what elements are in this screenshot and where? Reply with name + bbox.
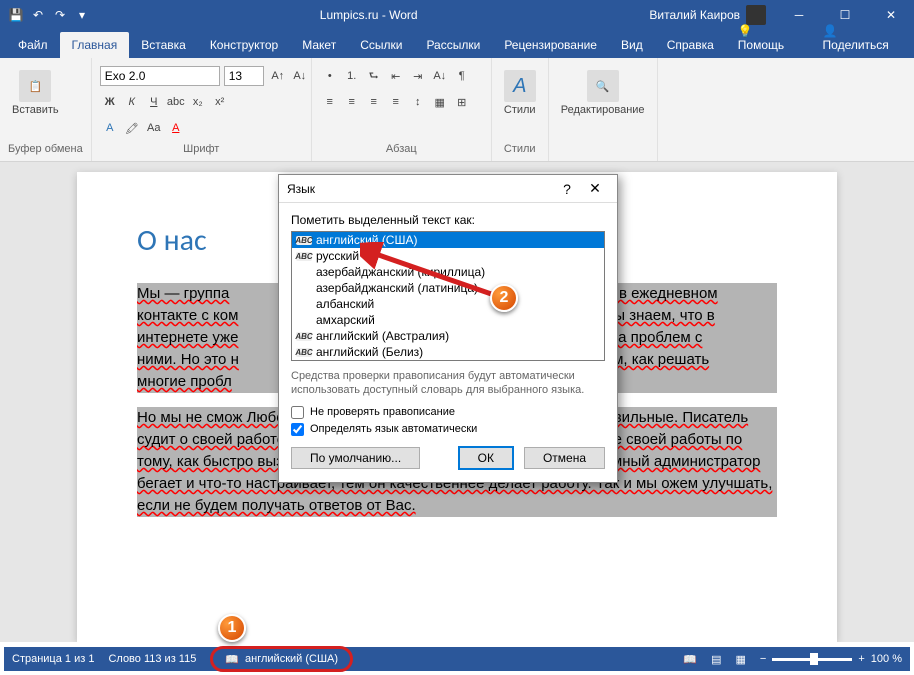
tab-file[interactable]: Файл — [6, 32, 60, 58]
callout-2: 2 — [490, 284, 518, 312]
bold-icon[interactable]: Ж — [100, 92, 120, 112]
justify-icon[interactable]: ≡ — [386, 92, 406, 112]
search-icon: 🔍 — [587, 70, 619, 102]
ok-button[interactable]: ОК — [458, 446, 514, 470]
group-font: Шрифт — [100, 143, 303, 157]
tab-view[interactable]: Вид — [609, 32, 655, 58]
italic-icon[interactable]: К — [122, 92, 142, 112]
zoom-slider[interactable] — [772, 658, 852, 661]
tell-me[interactable]: 💡 Помощь — [726, 18, 811, 58]
statusbar: Страница 1 из 1 Слово 113 из 115 📖 англи… — [4, 647, 910, 671]
underline-icon[interactable]: Ч — [144, 92, 164, 112]
superscript-icon[interactable]: x² — [210, 92, 230, 112]
strike-icon[interactable]: abc — [166, 92, 186, 112]
dialog-title: Язык — [287, 182, 553, 196]
line-spacing-icon[interactable]: ↕ — [408, 92, 428, 112]
dialog-helptext: Средства проверки правописания будут авт… — [291, 369, 605, 398]
zoom-level[interactable]: 100 % — [871, 653, 902, 665]
redo-icon[interactable]: ↷ — [52, 7, 68, 23]
shading-icon[interactable]: ▦ — [430, 92, 450, 112]
editing-button[interactable]: 🔍 Редактирование — [557, 66, 649, 120]
group-paragraph: Абзац — [320, 143, 483, 157]
sort-icon[interactable]: A↓ — [430, 66, 450, 86]
indent-inc-icon[interactable]: ⇥ — [408, 66, 428, 86]
view-web-icon[interactable]: ▦ — [736, 653, 746, 666]
spellcheck-icon: ABC — [296, 332, 312, 341]
spellcheck-icon: ABC — [296, 236, 312, 245]
grow-font-icon[interactable]: A↑ — [268, 66, 288, 86]
styles-button[interactable]: A Стили — [500, 66, 540, 120]
share-button[interactable]: 👤 Поделиться — [811, 18, 914, 58]
subscript-icon[interactable]: x₂ — [188, 92, 208, 112]
change-case-icon[interactable]: Aa — [144, 118, 164, 138]
language-indicator[interactable]: 📖 английский (США) — [210, 646, 353, 672]
book-icon: 📖 — [225, 653, 239, 666]
indent-dec-icon[interactable]: ⇤ — [386, 66, 406, 86]
lang-item-am[interactable]: амхарский — [292, 312, 604, 328]
highlight-icon[interactable]: 🖍 — [122, 118, 142, 138]
clipboard-icon: 📋 — [19, 70, 51, 102]
language-dialog: Язык ? ✕ Пометить выделенный текст как: … — [278, 174, 618, 483]
group-styles: Стили — [500, 143, 540, 157]
lang-item-en-bz[interactable]: ABCанглийский (Белиз) — [292, 344, 604, 360]
lang-item-en-au[interactable]: ABCанглийский (Австралия) — [292, 328, 604, 344]
paste-button[interactable]: 📋 Вставить — [8, 66, 63, 120]
zoom-out-icon[interactable]: − — [760, 653, 766, 665]
bullets-icon[interactable]: • — [320, 66, 340, 86]
font-size[interactable] — [224, 66, 264, 86]
qat-more-icon[interactable]: ▾ — [74, 7, 90, 23]
tab-design[interactable]: Конструктор — [198, 32, 290, 58]
check-no-proofing[interactable]: Не проверять правописание — [291, 406, 605, 419]
borders-icon[interactable]: ⊞ — [452, 92, 472, 112]
tab-references[interactable]: Ссылки — [348, 32, 414, 58]
dialog-label: Пометить выделенный текст как: — [291, 213, 605, 227]
tab-mailings[interactable]: Рассылки — [414, 32, 492, 58]
ribbon: 📋 Вставить Буфер обмена A↑A↓ Ж К Ч abc x… — [0, 58, 914, 162]
font-color-icon[interactable]: A — [166, 118, 186, 138]
undo-icon[interactable]: ↶ — [30, 7, 46, 23]
default-button[interactable]: По умолчанию... — [291, 447, 420, 469]
page-indicator[interactable]: Страница 1 из 1 — [12, 653, 94, 665]
callout-1: 1 — [218, 614, 246, 642]
view-print-icon[interactable]: ▤ — [711, 653, 721, 666]
tab-help[interactable]: Справка — [655, 32, 726, 58]
text-effects-icon[interactable]: A — [100, 118, 120, 138]
ribbon-tabs: Файл Главная Вставка Конструктор Макет С… — [0, 30, 914, 58]
check-auto-detect[interactable]: Определять язык автоматически — [291, 423, 605, 436]
tab-home[interactable]: Главная — [60, 32, 130, 58]
font-name[interactable] — [100, 66, 220, 86]
window-title: Lumpics.ru - Word — [98, 8, 639, 22]
dialog-help-icon[interactable]: ? — [553, 178, 581, 200]
zoom-in-icon[interactable]: + — [858, 653, 864, 665]
align-right-icon[interactable]: ≡ — [364, 92, 384, 112]
multilevel-icon[interactable]: ⮑ — [364, 66, 384, 86]
align-center-icon[interactable]: ≡ — [342, 92, 362, 112]
word-count[interactable]: Слово 113 из 115 — [108, 653, 196, 665]
tab-review[interactable]: Рецензирование — [492, 32, 609, 58]
annotation-arrow — [360, 242, 510, 312]
spellcheck-icon: ABC — [296, 348, 312, 357]
view-read-icon[interactable]: 📖 — [683, 653, 697, 666]
styles-icon: A — [504, 70, 536, 102]
spellcheck-icon: ABC — [296, 252, 312, 261]
numbering-icon[interactable]: 1. — [342, 66, 362, 86]
tab-layout[interactable]: Макет — [290, 32, 348, 58]
autosave-icon[interactable]: 💾 — [8, 7, 24, 23]
align-left-icon[interactable]: ≡ — [320, 92, 340, 112]
show-marks-icon[interactable]: ¶ — [452, 66, 472, 86]
dialog-close-icon[interactable]: ✕ — [581, 178, 609, 200]
tab-insert[interactable]: Вставка — [129, 32, 198, 58]
group-clipboard: Буфер обмена — [8, 143, 83, 157]
cancel-button[interactable]: Отмена — [524, 447, 605, 469]
shrink-font-icon[interactable]: A↓ — [290, 66, 310, 86]
